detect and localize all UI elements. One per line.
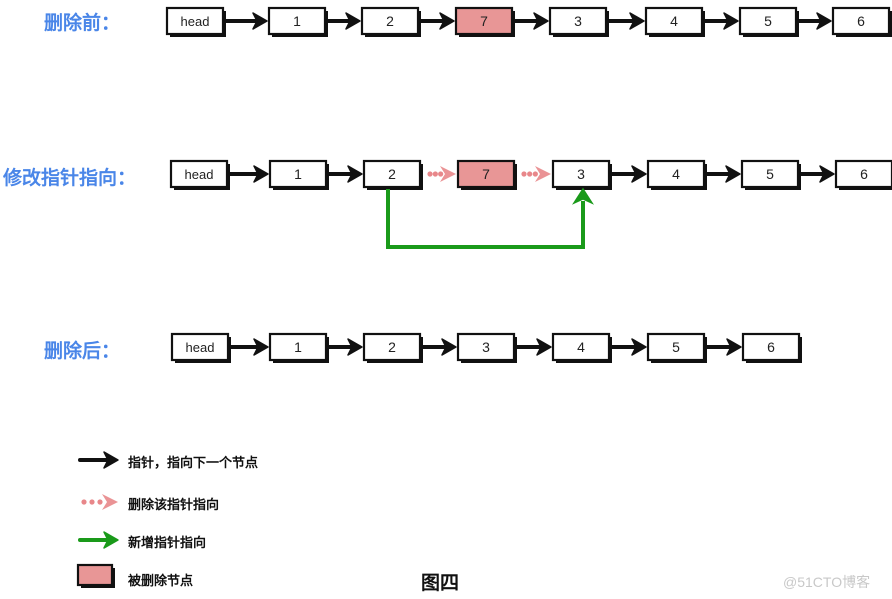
new-pointer-line [386,189,585,249]
figure-caption: 图四 [421,572,460,594]
list-node-label: 2 [386,13,394,29]
list-node-label: 1 [294,339,302,355]
legend-pointer-label: 指针，指向下一个节点 [128,456,259,471]
list-node-label: 5 [672,339,680,355]
removed-pointer-dot [521,171,527,177]
list-node-label: 5 [766,166,774,182]
removed-pointer-dot [432,171,438,177]
deleted-node-label: 7 [482,166,490,182]
list-node-label: 2 [388,339,396,355]
list-node-label: 4 [577,339,585,355]
list-node-label: 5 [764,13,772,29]
linked-list-diagram: head 1 2 7 3 4 5 6 head 1 2 7 3 4 5 6 head 1 2 3 4 5 6 删除前： 修改… [0,0,892,599]
new-pointer-arrowhead [572,187,594,205]
removed-pointer-dot [438,171,444,177]
list-node-label: 3 [574,13,582,29]
row-label-modify: 修改指针指向： [3,167,137,189]
list-node-label: 3 [577,166,585,182]
removed-pointer-dot [527,171,533,177]
list-node-label: 1 [293,13,301,29]
list-node-label: 6 [767,339,775,355]
list-node-label: 2 [388,166,396,182]
removed-pointer-dot [532,171,538,177]
list-node-label: 3 [482,339,490,355]
watermark: @51CTO博客 [783,574,871,590]
legend-new-pointer-label: 新增指针指向 [128,536,207,551]
list-node-label: head [186,340,215,355]
legend-removed-label: 删除该指针指向 [128,498,220,513]
row-label-after: 删除后： [44,340,121,362]
dotted-pink-arrow-icon-head [102,494,118,510]
dotted-pink-arrow-icon-dot [89,499,95,505]
dotted-pink-arrow-icon-dot [81,499,87,505]
removed-pointer-dot [427,171,433,177]
list-node-label: 1 [294,166,302,182]
list-node-label: head [181,14,210,29]
deleted-node-swatch-icon [76,563,114,587]
list-node-label: 4 [670,13,678,29]
legend-deleted-node-label: 被删除节点 [128,574,194,589]
list-node-label: 6 [857,13,865,29]
list-node-label: 6 [860,166,868,182]
dotted-pink-arrow-icon-dot [97,499,103,505]
row-label-before: 删除前： [44,12,121,34]
list-node-label: head [185,167,214,182]
list-node-label: 4 [672,166,680,182]
deleted-node-label: 7 [480,13,488,29]
